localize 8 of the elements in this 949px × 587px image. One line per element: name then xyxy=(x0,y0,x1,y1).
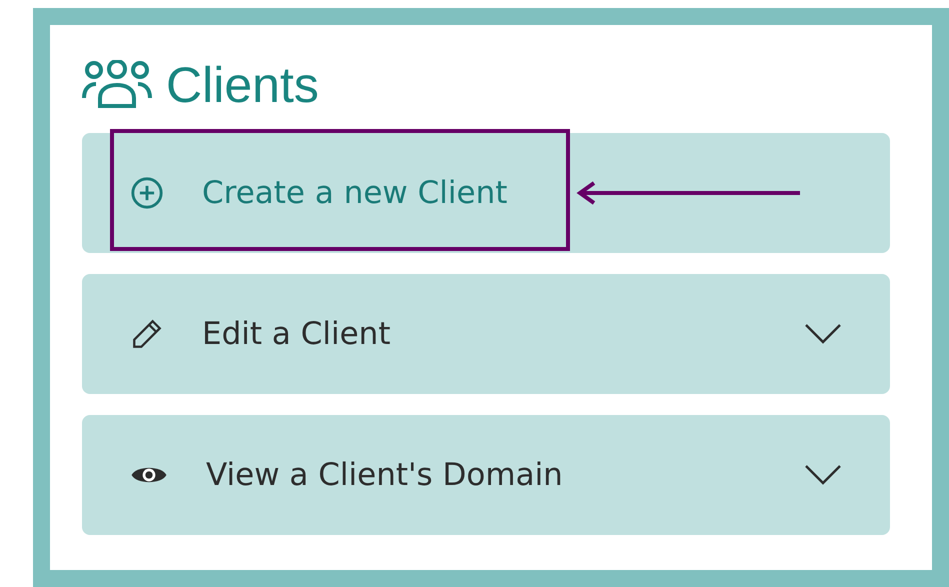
pencil-icon xyxy=(130,317,164,351)
chevron-down-icon xyxy=(804,323,842,345)
people-icon xyxy=(82,60,152,110)
plus-circle-icon xyxy=(130,176,164,210)
chevron-down-icon xyxy=(804,464,842,486)
section-title: Clients xyxy=(166,56,319,114)
accordion-item[interactable]: View a Client's Domain xyxy=(82,415,890,535)
accordion-item[interactable]: Edit a Client xyxy=(82,274,890,394)
